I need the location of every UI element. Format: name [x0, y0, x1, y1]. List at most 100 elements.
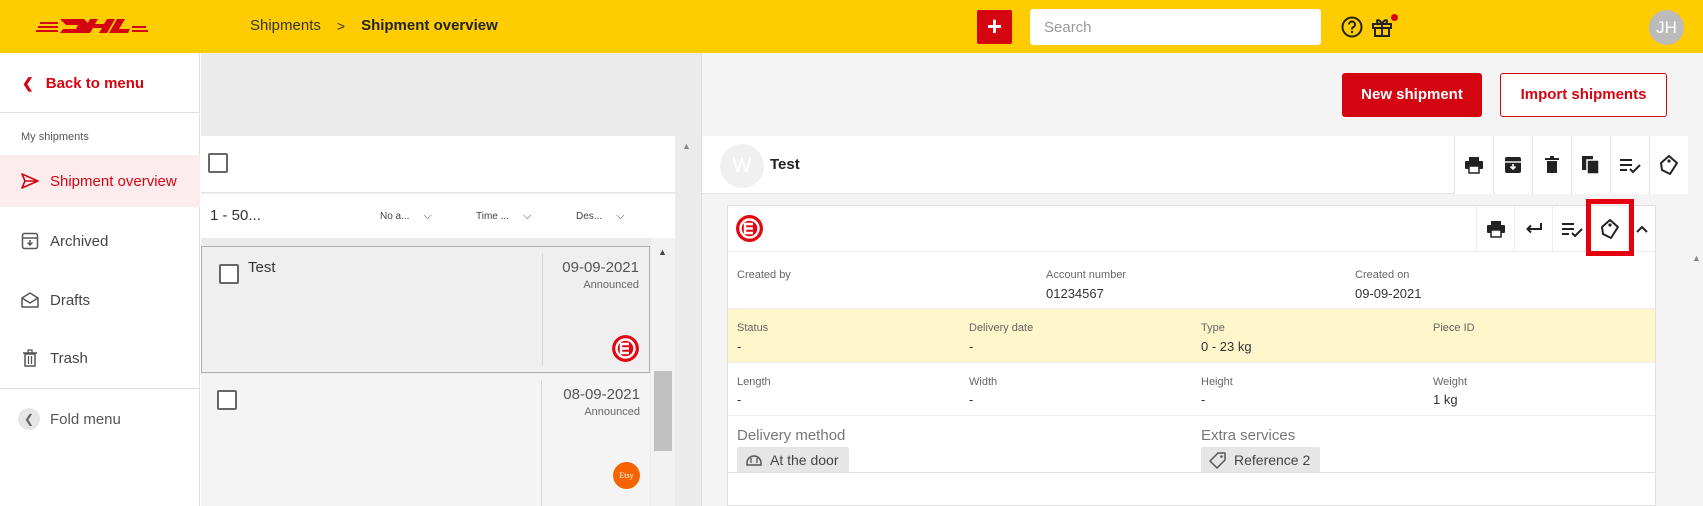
card-divider	[542, 253, 543, 366]
created-on-value: 09-09-2021	[1355, 286, 1422, 301]
send-icon	[20, 171, 40, 191]
chevron-up-icon	[1636, 225, 1648, 233]
highlight-box	[1586, 199, 1634, 256]
fold-menu-button[interactable]: ❮ Fold menu	[18, 408, 121, 430]
sidebar-divider	[0, 112, 200, 113]
delete-button[interactable]	[1532, 136, 1571, 194]
length-value: -	[737, 392, 742, 407]
status-value: -	[737, 339, 742, 354]
shipment-list-item[interactable]: 08-09-2021 Announced Etsy	[201, 374, 650, 506]
detail-title: Test	[770, 156, 800, 173]
piece-id-label: Piece ID	[1433, 322, 1475, 334]
scrollbar-thumb[interactable]	[654, 371, 672, 451]
card-toolbar	[728, 199, 1655, 256]
account-number-value: 01234567	[1046, 286, 1104, 301]
sidebar: ❮ Back to menu My shipments Shipment ove…	[0, 53, 200, 506]
delivery-method-value: At the door	[770, 452, 839, 468]
etsy-logo-icon: Etsy	[613, 462, 640, 489]
sidebar-item-label: Archived	[50, 232, 109, 250]
length-label: Length	[737, 376, 771, 388]
extra-services-label: Extra services	[1201, 427, 1296, 444]
breadcrumb-current: Shipment overview	[361, 17, 498, 34]
notification-dot	[1391, 14, 1398, 21]
created-on-label: Created on	[1355, 269, 1410, 281]
shipment-date: 08-09-2021	[563, 386, 640, 403]
status-row: Status - Delivery date - Type 0 - 23 kg …	[728, 308, 1655, 363]
breadcrumb-parent-link[interactable]: Shipments	[250, 17, 321, 34]
filter-dropdown[interactable]: Des... ⌵	[576, 210, 624, 223]
print-icon	[1486, 221, 1505, 238]
extra-services-value: Reference 2	[1234, 452, 1311, 468]
filter-dropdown[interactable]: Time ... ⌵	[476, 210, 531, 223]
filter-dropdown[interactable]: No a... ⌵	[380, 210, 432, 223]
copy-button[interactable]	[1571, 136, 1610, 194]
delivery-date-value: -	[969, 339, 974, 354]
type-label: Type	[1201, 322, 1225, 334]
user-avatar[interactable]: JH	[1649, 10, 1684, 45]
shipment-date: 09-09-2021	[562, 259, 639, 276]
weight-label: Weight	[1433, 376, 1468, 388]
height-value: -	[1201, 392, 1206, 407]
top-bar: Shipments > Shipment overview + JH	[0, 0, 1703, 53]
label-tag-icon	[1660, 155, 1678, 175]
recipient-avatar: W	[720, 144, 764, 188]
filter-label: Time ...	[476, 211, 509, 222]
list-scrollbar[interactable]: ▲	[651, 238, 675, 506]
height-label: Height	[1201, 376, 1233, 388]
return-icon	[1525, 223, 1542, 234]
checklist-icon	[1620, 159, 1641, 173]
sidebar-item-trash[interactable]: Trash	[0, 332, 200, 384]
label-button[interactable]	[1649, 136, 1688, 194]
sidebar-item-archived[interactable]: Archived	[0, 215, 200, 267]
checklist-button[interactable]	[1552, 206, 1590, 252]
row-checkbox[interactable]	[217, 390, 237, 410]
sidebar-item-shipment-overview[interactable]: Shipment overview	[0, 155, 200, 207]
helmet-icon	[745, 452, 763, 468]
checklist-button[interactable]	[1610, 136, 1649, 194]
sidebar-item-label: Drafts	[50, 291, 91, 309]
breadcrumb: Shipments > Shipment overview	[250, 17, 498, 34]
trash-icon	[1545, 156, 1559, 173]
delivery-date-label: Delivery date	[969, 322, 1034, 334]
filter-label: Des...	[576, 211, 603, 222]
archive-button[interactable]	[1493, 136, 1532, 194]
back-to-menu-link[interactable]: ❮ Back to menu	[22, 75, 144, 92]
dhl-logo[interactable]	[36, 16, 148, 36]
print-button[interactable]	[1454, 136, 1493, 194]
tag-icon	[1209, 451, 1227, 469]
print-button[interactable]	[1476, 206, 1514, 252]
help-icon[interactable]	[1341, 16, 1363, 38]
weight-value: 1 kg	[1433, 392, 1458, 407]
sidebar-section-label: My shipments	[21, 131, 89, 143]
row-checkbox[interactable]	[219, 264, 239, 284]
import-shipments-button[interactable]: Import shipments	[1500, 73, 1667, 117]
pagination-range[interactable]: 1 - 50...	[210, 207, 261, 224]
detail-header: W Test	[702, 136, 1688, 194]
type-value: 0 - 23 kg	[1201, 339, 1252, 354]
list-header	[201, 136, 675, 193]
shipment-detail-card: Created by Account number 01234567 Creat…	[727, 199, 1656, 506]
sidebar-item-drafts[interactable]: Drafts	[0, 274, 200, 326]
sidebar-divider	[0, 388, 200, 389]
trash-icon	[20, 348, 40, 368]
delivery-method-label: Delivery method	[737, 427, 846, 444]
copy-icon	[1582, 156, 1600, 175]
chevron-down-icon: ⌵	[423, 210, 432, 222]
search-input[interactable]	[1030, 9, 1321, 45]
shipment-list-item[interactable]: Test 09-09-2021 Announced	[201, 246, 650, 373]
sidebar-item-label: Shipment overview	[50, 172, 177, 190]
quick-add-button[interactable]: +	[977, 10, 1012, 44]
card-bottom-divider	[728, 472, 1655, 473]
return-button[interactable]	[1514, 206, 1552, 252]
card-divider	[541, 380, 542, 506]
new-shipment-button[interactable]: New shipment	[1342, 73, 1482, 117]
select-all-checkbox[interactable]	[208, 153, 228, 173]
shipment-detail-panel: New shipment Import shipments W Test Cre…	[701, 53, 1703, 506]
scroll-up-icon[interactable]: ▲	[682, 141, 691, 151]
shipment-list-panel: ▲ 1 - 50... No a... ⌵ Time ... ⌵ Des... …	[201, 53, 701, 506]
scroll-up-arrow-icon[interactable]: ▲	[1692, 253, 1701, 263]
chevron-down-icon: ⌵	[616, 210, 625, 222]
print-icon	[1465, 157, 1483, 174]
detail-scrollbar[interactable]: ▲	[1688, 194, 1703, 506]
scroll-up-arrow-icon[interactable]: ▲	[658, 247, 667, 257]
